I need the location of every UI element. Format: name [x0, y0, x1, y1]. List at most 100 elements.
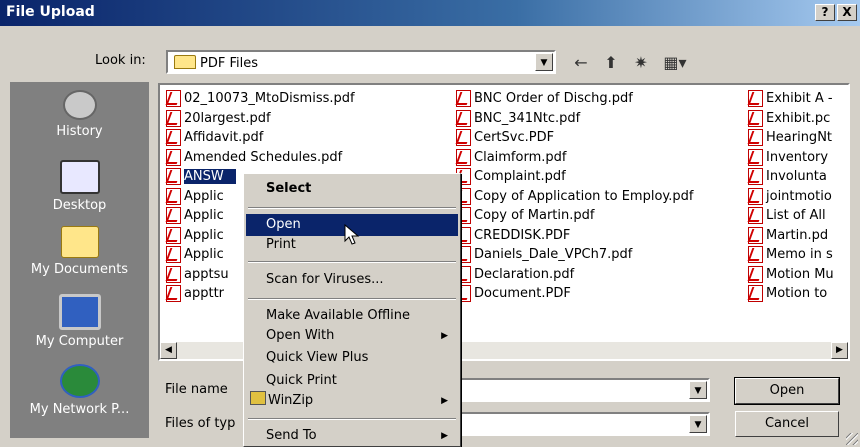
list-item[interactable]: List of All — [748, 206, 834, 226]
places-bar: History Desktop My Documents My Computer… — [10, 82, 149, 438]
place-label: My Documents — [30, 262, 129, 277]
place-label: Desktop — [52, 198, 107, 213]
menu-item-scan[interactable]: Scan for Viruses... — [246, 269, 458, 291]
close-button[interactable]: X — [837, 4, 857, 21]
menu-item-send-to[interactable]: Send To ▶ — [246, 425, 458, 447]
scroll-right-icon[interactable]: ▶ — [831, 342, 848, 359]
look-in-value: PDF Files — [200, 56, 258, 71]
pdf-icon — [748, 246, 763, 264]
list-item[interactable]: Copy of Martin.pdf — [456, 206, 693, 226]
desktop-icon — [59, 160, 100, 194]
title-bar[interactable]: File Upload ? X — [0, 0, 860, 26]
list-item[interactable]: Complaint.pdf — [456, 167, 693, 187]
pdf-icon — [166, 207, 181, 225]
new-folder-icon[interactable]: ✷ — [630, 52, 652, 74]
list-item[interactable]: Affidavit.pdf — [166, 128, 355, 148]
menu-separator — [248, 418, 456, 420]
menu-item-quick-print[interactable]: Quick Print — [246, 370, 458, 392]
pdf-icon — [456, 129, 471, 147]
window-title: File Upload — [6, 4, 95, 20]
resize-grip-icon[interactable] — [846, 433, 858, 445]
context-menu: Select Open Print Scan for Viruses... Ma… — [243, 173, 461, 447]
chevron-down-icon[interactable]: ▼ — [689, 415, 707, 433]
list-item[interactable]: Declaration.pdf — [456, 265, 693, 285]
submenu-arrow-icon: ▶ — [441, 431, 448, 441]
submenu-arrow-icon: ▶ — [441, 331, 448, 341]
pdf-icon — [748, 129, 763, 147]
place-label: My Network P... — [29, 402, 130, 417]
chevron-down-icon[interactable]: ▼ — [689, 381, 707, 399]
list-item[interactable]: Memo in s — [748, 245, 834, 265]
file-name-input[interactable]: ▼ — [450, 378, 710, 402]
list-item[interactable]: Exhibit A - — [748, 89, 834, 109]
pdf-icon — [748, 285, 763, 303]
pdf-icon — [166, 265, 181, 283]
pdf-icon — [166, 285, 181, 303]
scroll-left-icon[interactable]: ◀ — [160, 342, 177, 359]
pdf-icon — [748, 265, 763, 283]
list-item[interactable]: CertSvc.PDF — [456, 128, 693, 148]
view-menu-icon[interactable]: ▦▾ — [658, 52, 692, 74]
back-icon[interactable]: ← — [570, 52, 592, 74]
menu-item-open-with[interactable]: Open With ▶ — [246, 325, 458, 347]
pdf-icon — [456, 109, 471, 127]
pdf-icon — [748, 109, 763, 127]
look-in-combo[interactable]: PDF Files ▼ — [166, 50, 556, 74]
list-item[interactable]: Exhibit.pc — [748, 109, 834, 129]
menu-separator — [248, 261, 456, 263]
open-button[interactable]: Open — [734, 377, 840, 405]
place-label: History — [56, 124, 103, 139]
my-computer-icon — [58, 294, 101, 330]
place-my-computer[interactable]: My Computer — [10, 294, 149, 349]
list-item[interactable]: Document.PDF — [456, 284, 693, 304]
file-column-3: Exhibit A - Exhibit.pc HearingNt Invento… — [748, 89, 834, 304]
menu-item-offline[interactable]: Make Available Offline — [246, 305, 458, 327]
list-item[interactable]: Claimform.pdf — [456, 148, 693, 168]
file-type-select[interactable]: ▼ — [450, 412, 710, 436]
list-item[interactable]: Motion Mu — [748, 265, 834, 285]
pdf-icon — [748, 168, 763, 186]
file-name-label: File name — [165, 382, 228, 397]
list-item[interactable]: CREDDISK.PDF — [456, 226, 693, 246]
list-item[interactable]: Motion to — [748, 284, 834, 304]
file-column-2: BNC Order of Dischg.pdf BNC_341Ntc.pdf C… — [456, 89, 693, 304]
menu-separator — [248, 207, 456, 209]
list-item[interactable]: Inventory — [748, 148, 834, 168]
folder-icon — [174, 55, 196, 69]
list-item[interactable]: 20largest.pdf — [166, 109, 355, 129]
pdf-icon — [166, 148, 181, 166]
list-item[interactable]: 02_10073_MtoDismiss.pdf — [166, 89, 355, 109]
list-item[interactable]: BNC Order of Dischg.pdf — [456, 89, 693, 109]
file-type-label: Files of typ — [165, 416, 236, 431]
pdf-icon — [748, 207, 763, 225]
look-in-label: Look in: — [95, 53, 146, 68]
list-item[interactable]: HearingNt — [748, 128, 834, 148]
list-item[interactable]: Copy of Application to Employ.pdf — [456, 187, 693, 207]
place-my-documents[interactable]: My Documents — [10, 226, 149, 277]
history-icon — [62, 90, 97, 120]
list-item[interactable]: Martin.pd — [748, 226, 834, 246]
menu-separator — [248, 298, 456, 300]
help-button[interactable]: ? — [815, 4, 835, 21]
cancel-button[interactable]: Cancel — [735, 411, 839, 437]
list-item[interactable]: Amended Schedules.pdf — [166, 148, 355, 168]
list-item[interactable]: Involunta — [748, 167, 834, 187]
pdf-icon — [166, 109, 181, 127]
pdf-icon — [748, 187, 763, 205]
my-documents-icon — [60, 226, 99, 258]
menu-item-quick-view[interactable]: Quick View Plus — [246, 347, 458, 369]
menu-item-winzip[interactable]: WinZip ▶ — [246, 390, 458, 412]
list-item[interactable]: BNC_341Ntc.pdf — [456, 109, 693, 129]
list-item[interactable]: Daniels_Dale_VPCh7.pdf — [456, 245, 693, 265]
place-label: My Computer — [35, 334, 124, 349]
pdf-icon — [748, 90, 763, 108]
place-history[interactable]: History — [10, 90, 149, 139]
my-network-icon — [59, 364, 100, 398]
menu-item-select[interactable]: Select — [246, 178, 458, 200]
chevron-down-icon[interactable]: ▼ — [535, 53, 553, 71]
place-my-network[interactable]: My Network P... — [10, 364, 149, 417]
place-desktop[interactable]: Desktop — [10, 160, 149, 213]
list-item[interactable]: jointmotio — [748, 187, 834, 207]
pdf-icon — [166, 129, 181, 147]
up-folder-icon[interactable]: ⬆ — [600, 52, 622, 74]
